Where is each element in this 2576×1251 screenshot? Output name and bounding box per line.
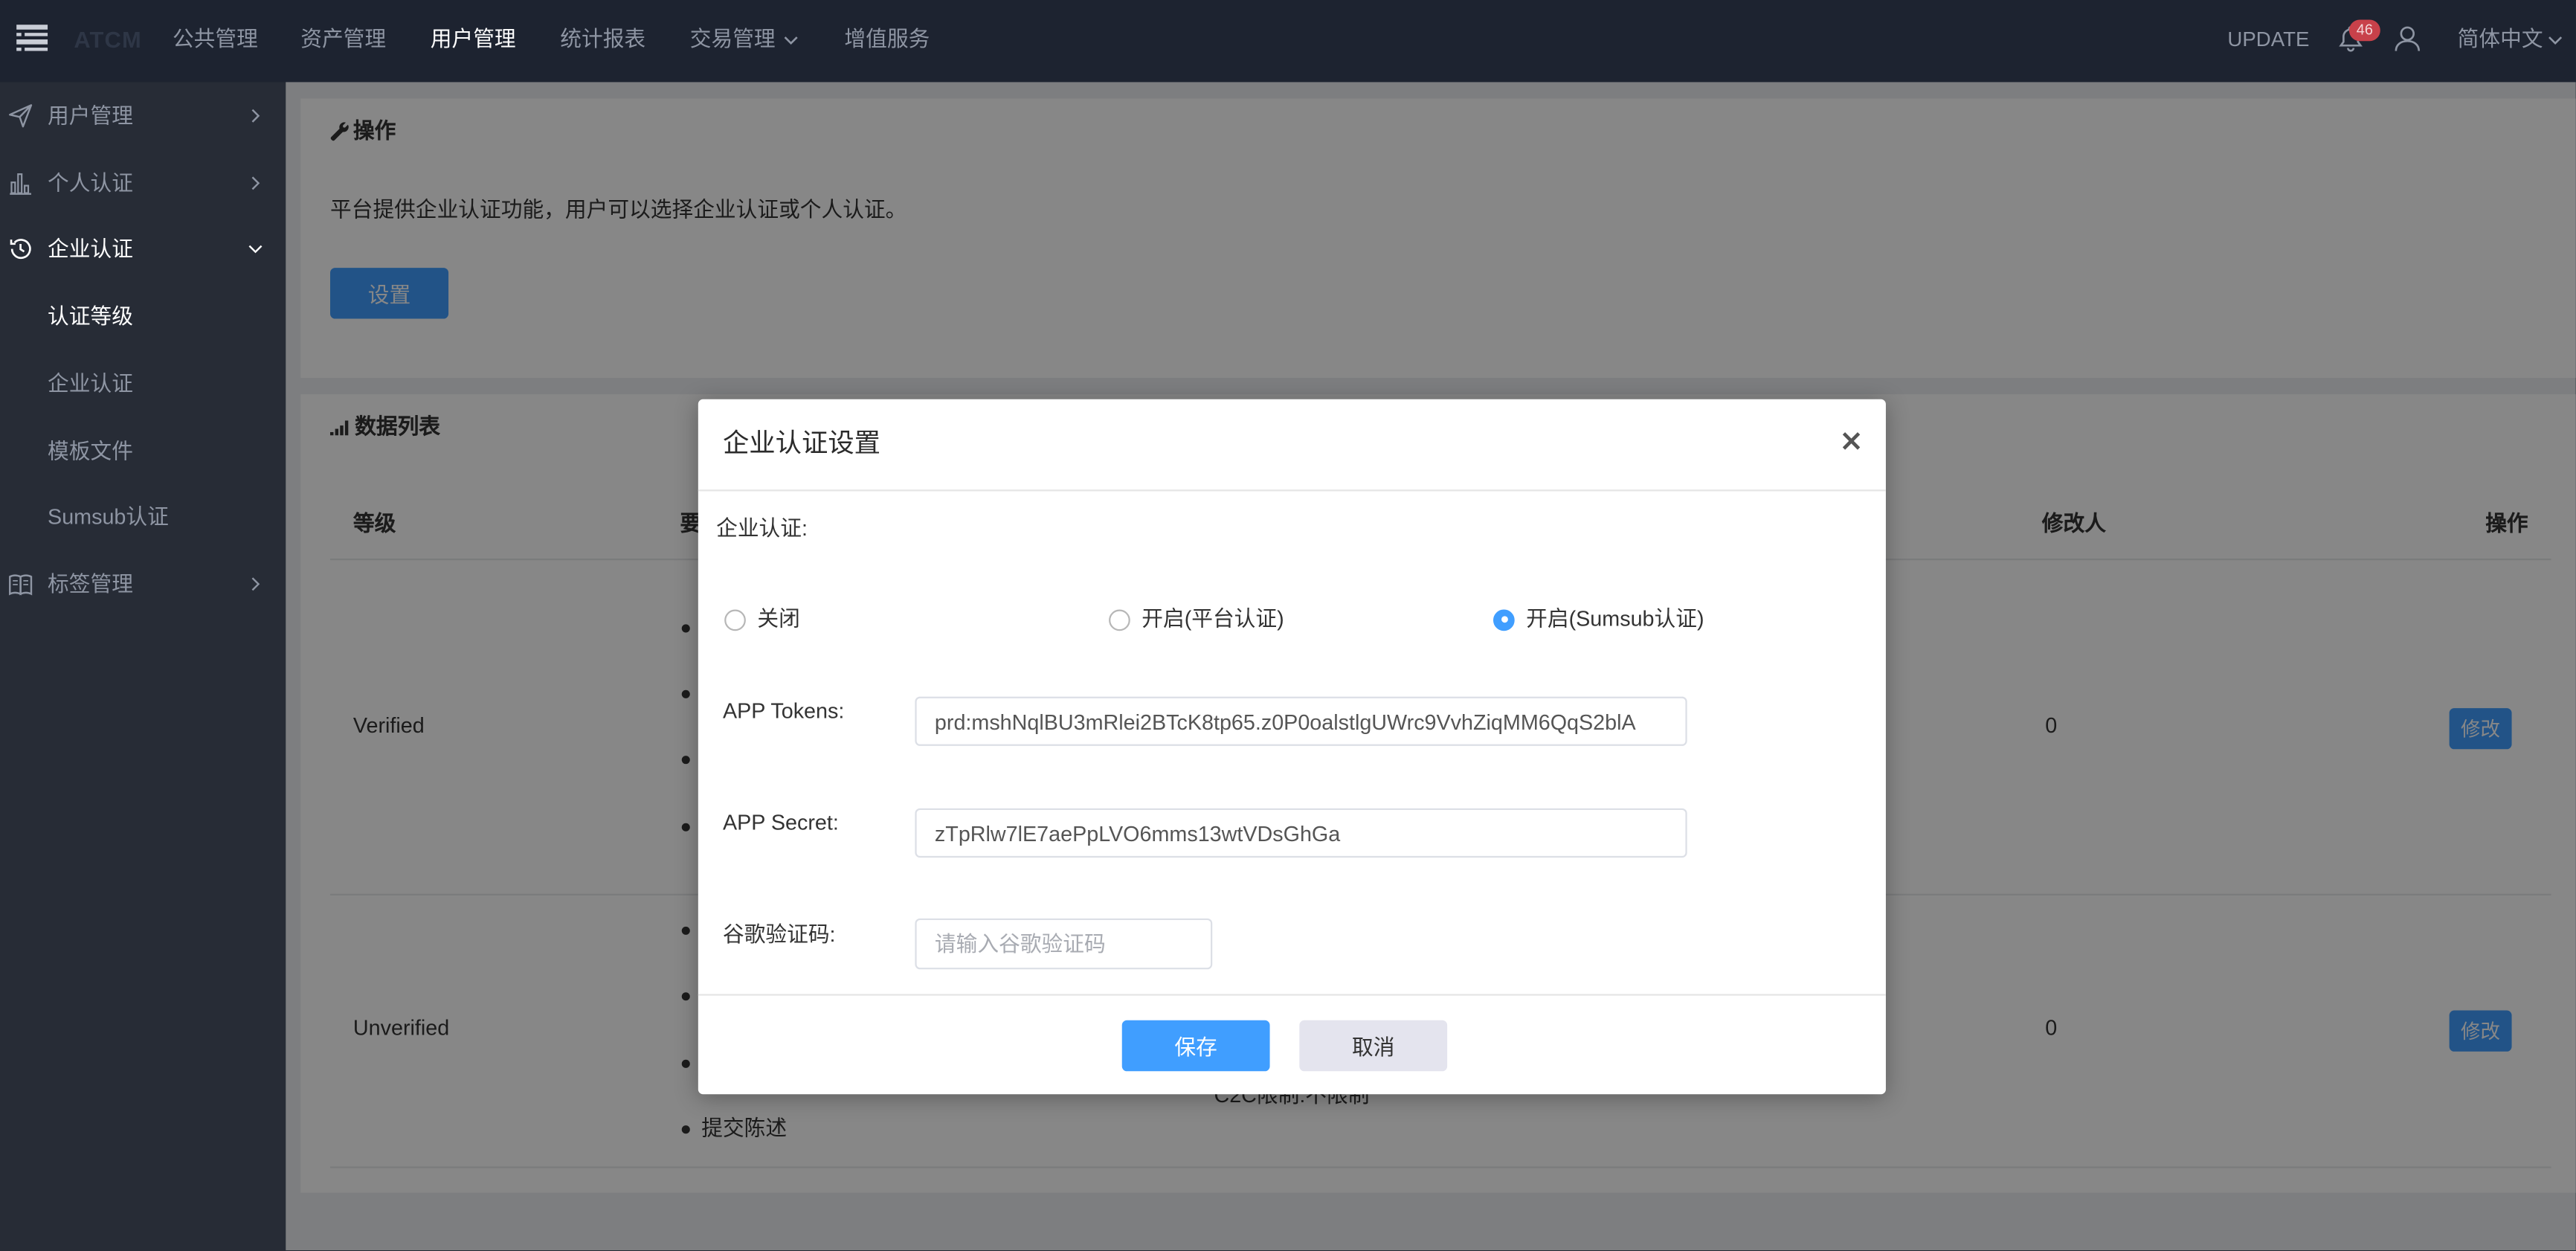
radio-label: 关闭 <box>757 606 800 631</box>
chevron-down-icon <box>248 245 263 254</box>
chevron-right-icon <box>251 109 260 123</box>
app-logo[interactable] <box>16 25 49 51</box>
app-secret-label: APP Secret: <box>722 810 839 835</box>
chevron-right-icon <box>251 577 260 591</box>
book-icon <box>9 574 33 596</box>
dialog-title: 企业认证设置 <box>722 430 881 459</box>
nav-item-public[interactable]: 公共管理 <box>173 25 258 54</box>
user-menu-button[interactable] <box>2394 25 2422 53</box>
radio-circle <box>1493 608 1515 631</box>
radio-sumsub-auth[interactable]: 开启(Sumsub认证) <box>1493 605 1723 634</box>
sidebar-item-label: 标签管理 <box>48 571 133 596</box>
dialog-footer-divider <box>698 994 1886 996</box>
language-selector[interactable]: 简体中文 <box>2458 25 2566 54</box>
sidebar-item-label: 企业认证 <box>48 237 133 262</box>
nav-item-reports[interactable]: 统计报表 <box>560 25 645 54</box>
enterprise-auth-label: 企业认证: <box>716 515 808 541</box>
send-icon <box>9 104 33 128</box>
nav-item-users[interactable]: 用户管理 <box>431 25 516 54</box>
sidebar-item-label: 模板文件 <box>48 438 133 463</box>
cancel-button[interactable]: 取消 <box>1299 1020 1448 1072</box>
sidebar-item-label: 个人认证 <box>48 170 133 196</box>
app-window: ATCM 公共管理 资产管理 用户管理 统计报表 交易管理 增值服务 UPDAT… <box>0 0 2576 1251</box>
nav-item-label: 交易管理 <box>689 26 776 51</box>
radio-off[interactable]: 关闭 <box>724 605 823 634</box>
sidebar-subitem-auth-levels[interactable]: 认证等级 <box>0 283 286 350</box>
radio-label: 开启(平台认证) <box>1142 606 1284 631</box>
menu-stack-icon <box>16 25 48 51</box>
nav-item-trading[interactable]: 交易管理 <box>690 25 802 54</box>
bar-chart-icon <box>10 173 31 195</box>
top-navbar: ATCM 公共管理 资产管理 用户管理 统计报表 交易管理 增值服务 UPDAT… <box>0 0 2576 83</box>
sidebar-item-personal-auth[interactable]: 个人认证 <box>0 149 286 217</box>
dialog-header-divider <box>698 489 1886 492</box>
sidebar: 用户管理 个人认证 企业认证 认证等级 企业认证 模板文件 Sumsub认证 标… <box>0 82 286 1251</box>
sidebar-item-enterprise-auth[interactable]: 企业认证 <box>0 215 286 283</box>
enterprise-auth-settings-dialog: 企业认证设置 × 企业认证: 关闭 开启(平台认证) 开启(Sumsub认证) … <box>698 399 1886 1095</box>
save-button[interactable]: 保存 <box>1121 1020 1270 1072</box>
app-secret-input[interactable] <box>915 808 1687 858</box>
app-tokens-input[interactable] <box>915 696 1687 746</box>
sidebar-item-label: Sumsub认证 <box>48 504 169 530</box>
radio-circle <box>1109 608 1130 631</box>
google-code-input[interactable] <box>915 918 1213 970</box>
language-label: 简体中文 <box>2457 26 2543 51</box>
radio-circle <box>724 608 746 631</box>
app-tokens-label: APP Tokens: <box>722 698 845 723</box>
update-link[interactable]: UPDATE <box>2227 25 2309 54</box>
sidebar-subitem-sumsub-auth[interactable]: Sumsub认证 <box>0 483 286 550</box>
radio-label: 开启(Sumsub认证) <box>1526 606 1704 631</box>
close-icon[interactable]: × <box>1835 424 1867 460</box>
sidebar-item-label: 认证等级 <box>48 303 133 329</box>
sidebar-item-label: 用户管理 <box>48 103 133 129</box>
google-code-label: 谷歌验证码: <box>722 922 836 947</box>
nav-item-assets[interactable]: 资产管理 <box>300 25 386 54</box>
notification-badge: 46 <box>2348 19 2380 42</box>
sidebar-item-tag-management[interactable]: 标签管理 <box>0 550 286 618</box>
chevron-down-icon <box>2548 36 2563 45</box>
sidebar-item-user-management[interactable]: 用户管理 <box>0 82 286 149</box>
user-icon <box>2395 26 2421 51</box>
nav-item-value-added[interactable]: 增值服务 <box>844 25 930 54</box>
app-logo-text: ATCM <box>74 26 142 53</box>
radio-platform-auth[interactable]: 开启(平台认证) <box>1109 605 1306 634</box>
sidebar-subitem-template-files[interactable]: 模板文件 <box>0 417 286 485</box>
history-icon <box>10 239 31 260</box>
sidebar-item-label: 企业认证 <box>48 371 133 396</box>
chevron-right-icon <box>251 176 260 190</box>
sidebar-subitem-enterprise-auth[interactable]: 企业认证 <box>0 350 286 418</box>
chevron-down-icon <box>784 36 798 45</box>
